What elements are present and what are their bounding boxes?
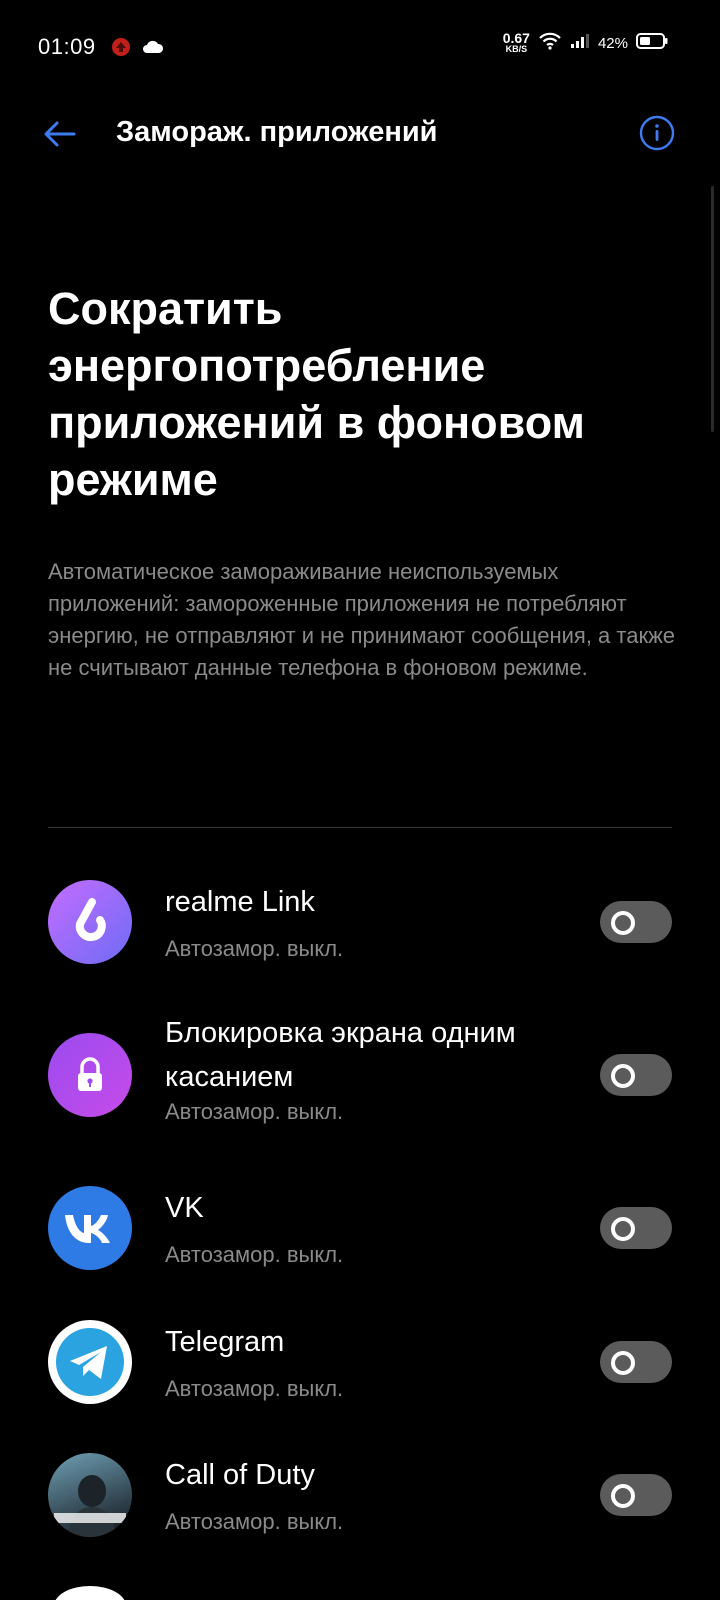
app-row-telegram[interactable]: Telegram Автозамор. выкл. xyxy=(0,1320,720,1440)
app-status: Автозамор. выкл. xyxy=(165,1099,344,1124)
game-mode-icon xyxy=(110,36,132,63)
toggle-knob xyxy=(611,1217,635,1241)
app-row-vk[interactable]: VK Автозамор. выкл. xyxy=(0,1186,720,1306)
app-status: Автозамор. выкл. xyxy=(165,1509,344,1534)
page-title: Замораж. приложений xyxy=(116,116,438,148)
toggle-knob xyxy=(611,1064,635,1088)
app-name: Блокировка экрана одним касанием xyxy=(165,1017,516,1093)
status-bar: 01:09 0.67 KB/S 42% xyxy=(0,0,720,92)
app-status: Автозамор. выкл. xyxy=(165,936,344,961)
autofreeze-toggle[interactable] xyxy=(600,1341,672,1383)
battery-icon xyxy=(636,33,668,54)
app-row-call-of-duty[interactable]: Call of Duty Автозамор. выкл. xyxy=(0,1453,720,1573)
cloud-icon xyxy=(142,39,164,60)
app-name: Telegram xyxy=(165,1326,285,1358)
autofreeze-toggle[interactable] xyxy=(600,1207,672,1249)
app-row-realme-link[interactable]: realme Link Автозамор. выкл. xyxy=(0,880,720,1000)
autofreeze-toggle[interactable] xyxy=(600,901,672,943)
battery-percent: 42% xyxy=(597,35,628,52)
toggle-knob xyxy=(611,1484,635,1508)
wifi-icon xyxy=(538,32,562,55)
net-speed: 0.67 KB/S xyxy=(502,29,530,55)
status-left-icons xyxy=(110,36,164,63)
vk-icon xyxy=(48,1186,132,1270)
divider xyxy=(48,827,672,828)
autofreeze-toggle[interactable] xyxy=(600,1474,672,1516)
app-row-lock-screen[interactable]: Блокировка экрана одним касанием Автозам… xyxy=(0,1013,720,1153)
info-icon xyxy=(639,115,675,151)
hero-title: Сократить энергопотребление приложений в… xyxy=(48,283,585,505)
net-speed-unit: KB/S xyxy=(505,43,528,54)
app-name: VK xyxy=(165,1192,204,1224)
hero-description: Автоматическое замораживание неиспользуе… xyxy=(48,559,676,680)
realme-link-icon xyxy=(48,880,132,964)
app-name: Call of Duty xyxy=(165,1459,315,1491)
app-status: Автозамор. выкл. xyxy=(165,1376,344,1401)
app-bar: Замораж. приложений xyxy=(0,92,720,182)
lock-screen-icon xyxy=(48,1033,132,1117)
telegram-icon xyxy=(48,1320,132,1404)
app-status: Автозамор. выкл. xyxy=(165,1242,344,1267)
app-row-partial xyxy=(0,1586,720,1600)
call-of-duty-icon xyxy=(48,1453,132,1537)
scroll-indicator[interactable] xyxy=(711,186,714,432)
partial-app-icon xyxy=(54,1586,126,1600)
screen: 01:09 0.67 KB/S 42% Замораж. приложений … xyxy=(0,0,720,1600)
toggle-knob xyxy=(611,911,635,935)
signal-icon xyxy=(570,33,590,54)
status-time: 01:09 xyxy=(38,34,96,59)
app-name: realme Link xyxy=(165,886,315,918)
net-speed-value: 0.67 xyxy=(502,29,530,46)
toggle-knob xyxy=(611,1351,635,1375)
arrow-left-icon xyxy=(44,121,76,147)
back-button[interactable] xyxy=(40,114,80,154)
status-right: 0.67 KB/S 42% xyxy=(502,29,668,55)
info-button[interactable] xyxy=(638,114,676,152)
autofreeze-toggle[interactable] xyxy=(600,1054,672,1096)
